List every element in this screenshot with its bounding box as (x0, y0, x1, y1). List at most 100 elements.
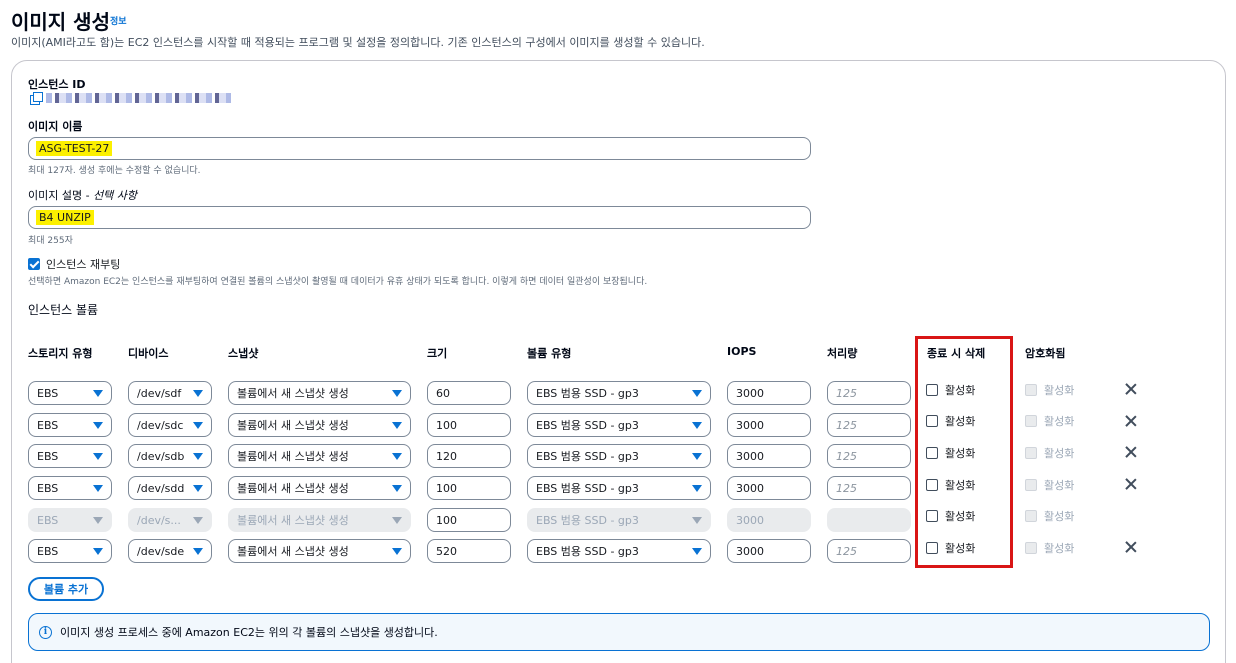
snapshot-select[interactable]: 볼륨에서 새 스냅샷 생성 (228, 476, 411, 500)
iops-input[interactable]: 3000 (727, 539, 811, 563)
device-select[interactable]: /dev/sdb (128, 444, 212, 468)
copy-icon[interactable] (30, 92, 43, 105)
volume-type-select[interactable]: EBS 범용 SSD - gp3 (527, 444, 711, 468)
alert-text: 이미지 생성 프로세스 중에 Amazon EC2는 위의 각 볼륨의 스냅샷을… (60, 626, 438, 639)
chevron-down-icon (392, 452, 402, 460)
volume-type-select[interactable]: EBS 범용 SSD - gp3 (527, 413, 711, 437)
reboot-hint: 선택하면 Amazon EC2는 인스턴스를 재부팅하여 연결된 볼륨의 스냅샷… (28, 277, 648, 287)
checkbox-box (1025, 510, 1037, 522)
col-storage-type: 스토리지 유형 (28, 347, 93, 360)
col-encrypted: 암호화됨 (1025, 347, 1066, 360)
chevron-down-icon (392, 547, 402, 555)
reboot-checkbox[interactable] (28, 258, 40, 270)
chevron-down-icon (93, 547, 103, 555)
iops-input[interactable]: 3000 (727, 413, 811, 437)
size-input[interactable]: 60 (427, 381, 511, 405)
encrypted-checkbox: 활성화 (1025, 477, 1074, 493)
throughput-input[interactable]: 125 (827, 444, 911, 468)
encrypted-checkbox: 활성화 (1025, 382, 1074, 398)
volume-type-select: EBS 범용 SSD - gp3 (527, 508, 711, 532)
add-volume-button[interactable]: 볼륨 추가 (28, 577, 104, 601)
snapshot-select[interactable]: 볼륨에서 새 스냅샷 생성 (228, 539, 411, 563)
checkbox-box (1025, 479, 1037, 491)
chevron-down-icon (93, 484, 103, 492)
storage-type-select[interactable]: EBS (28, 381, 112, 405)
chevron-down-icon (692, 516, 702, 524)
image-desc-label-text: 이미지 설명 - (28, 189, 94, 202)
storage-type-select[interactable]: EBS (28, 476, 112, 500)
image-desc-hint: 최대 255자 (28, 236, 73, 246)
chevron-down-icon (93, 421, 103, 429)
size-input[interactable]: 120 (427, 444, 511, 468)
chevron-down-icon (193, 516, 203, 524)
checkbox-box (1025, 542, 1037, 554)
iops-input[interactable]: 3000 (727, 476, 811, 500)
iops-input[interactable]: 3000 (727, 381, 811, 405)
volume-type-select[interactable]: EBS 범용 SSD - gp3 (527, 476, 711, 500)
chevron-down-icon (193, 389, 203, 397)
chevron-down-icon (93, 452, 103, 460)
device-select[interactable]: /dev/sde (128, 539, 212, 563)
remove-volume-icon[interactable] (1125, 383, 1137, 395)
throughput-input[interactable]: 125 (827, 476, 911, 500)
storage-type-select[interactable]: EBS (28, 539, 112, 563)
volume-type-select[interactable]: EBS 범용 SSD - gp3 (527, 539, 711, 563)
snapshot-select[interactable]: 볼륨에서 새 스냅샷 생성 (228, 381, 411, 405)
info-alert: i 이미지 생성 프로세스 중에 Amazon EC2는 위의 각 볼륨의 스냅… (28, 613, 1210, 651)
info-link[interactable]: 정보 (110, 14, 127, 27)
chevron-down-icon (193, 484, 203, 492)
instance-id-label: 인스턴스 ID (28, 78, 86, 91)
encrypted-checkbox: 활성화 (1025, 508, 1074, 524)
image-desc-label: 이미지 설명 - 선택 사항 (28, 187, 137, 203)
image-desc-input[interactable]: B4 UNZIP (28, 206, 811, 229)
size-input[interactable]: 100 (427, 476, 511, 500)
size-input[interactable]: 100 (427, 508, 511, 532)
reboot-label: 인스턴스 재부팅 (46, 258, 121, 271)
size-input[interactable]: 100 (427, 413, 511, 437)
chevron-down-icon (93, 389, 103, 397)
chevron-down-icon (392, 421, 402, 429)
throughput-input[interactable]: 125 (827, 413, 911, 437)
storage-type-select[interactable]: EBS (28, 444, 112, 468)
iops-input[interactable]: 3000 (727, 444, 811, 468)
col-throughput: 처리량 (827, 347, 858, 360)
chevron-down-icon (692, 484, 702, 492)
image-name-label: 이미지 이름 (28, 120, 83, 133)
encrypted-checkbox: 활성화 (1025, 540, 1074, 556)
snapshot-select[interactable]: 볼륨에서 새 스냅샷 생성 (228, 413, 411, 437)
page-title: 이미지 생성 (11, 10, 110, 34)
device-select[interactable]: /dev/sdc (128, 413, 212, 437)
redacted-instance-id (46, 93, 231, 103)
volume-type-select[interactable]: EBS 범용 SSD - gp3 (527, 381, 711, 405)
checkbox-box (1025, 415, 1037, 427)
reboot-row: 인스턴스 재부팅 (28, 256, 120, 272)
snapshot-select: 볼륨에서 새 스냅샷 생성 (228, 508, 411, 532)
remove-volume-icon[interactable] (1125, 478, 1137, 490)
remove-volume-icon[interactable] (1125, 415, 1137, 427)
snapshot-select[interactable]: 볼륨에서 새 스냅샷 생성 (228, 444, 411, 468)
device-select: /dev/s... (128, 508, 212, 532)
image-desc-value: B4 UNZIP (36, 210, 94, 225)
chevron-down-icon (93, 516, 103, 524)
chevron-down-icon (692, 389, 702, 397)
storage-type-select[interactable]: EBS (28, 413, 112, 437)
size-input[interactable]: 520 (427, 539, 511, 563)
throughput-input[interactable]: 125 (827, 539, 911, 563)
col-snapshot: 스냅샷 (228, 347, 259, 360)
remove-volume-icon[interactable] (1125, 446, 1137, 458)
chevron-down-icon (392, 516, 402, 524)
col-size: 크기 (427, 347, 448, 360)
throughput-input[interactable]: 125 (827, 381, 911, 405)
image-desc-optional: 선택 사항 (93, 189, 138, 202)
col-volume-type: 볼륨 유형 (527, 347, 572, 360)
encrypted-checkbox: 활성화 (1025, 445, 1074, 461)
chevron-down-icon (692, 547, 702, 555)
device-select[interactable]: /dev/sdf (128, 381, 212, 405)
device-select[interactable]: /dev/sdd (128, 476, 212, 500)
image-name-value: ASG-TEST-27 (36, 141, 113, 156)
remove-volume-icon[interactable] (1125, 541, 1137, 553)
chevron-down-icon (193, 452, 203, 460)
image-name-input[interactable]: ASG-TEST-27 (28, 137, 811, 160)
chevron-down-icon (193, 421, 203, 429)
page-description: 이미지(AMI라고도 함)는 EC2 인스턴스를 시작할 때 적용되는 프로그램… (11, 36, 705, 49)
